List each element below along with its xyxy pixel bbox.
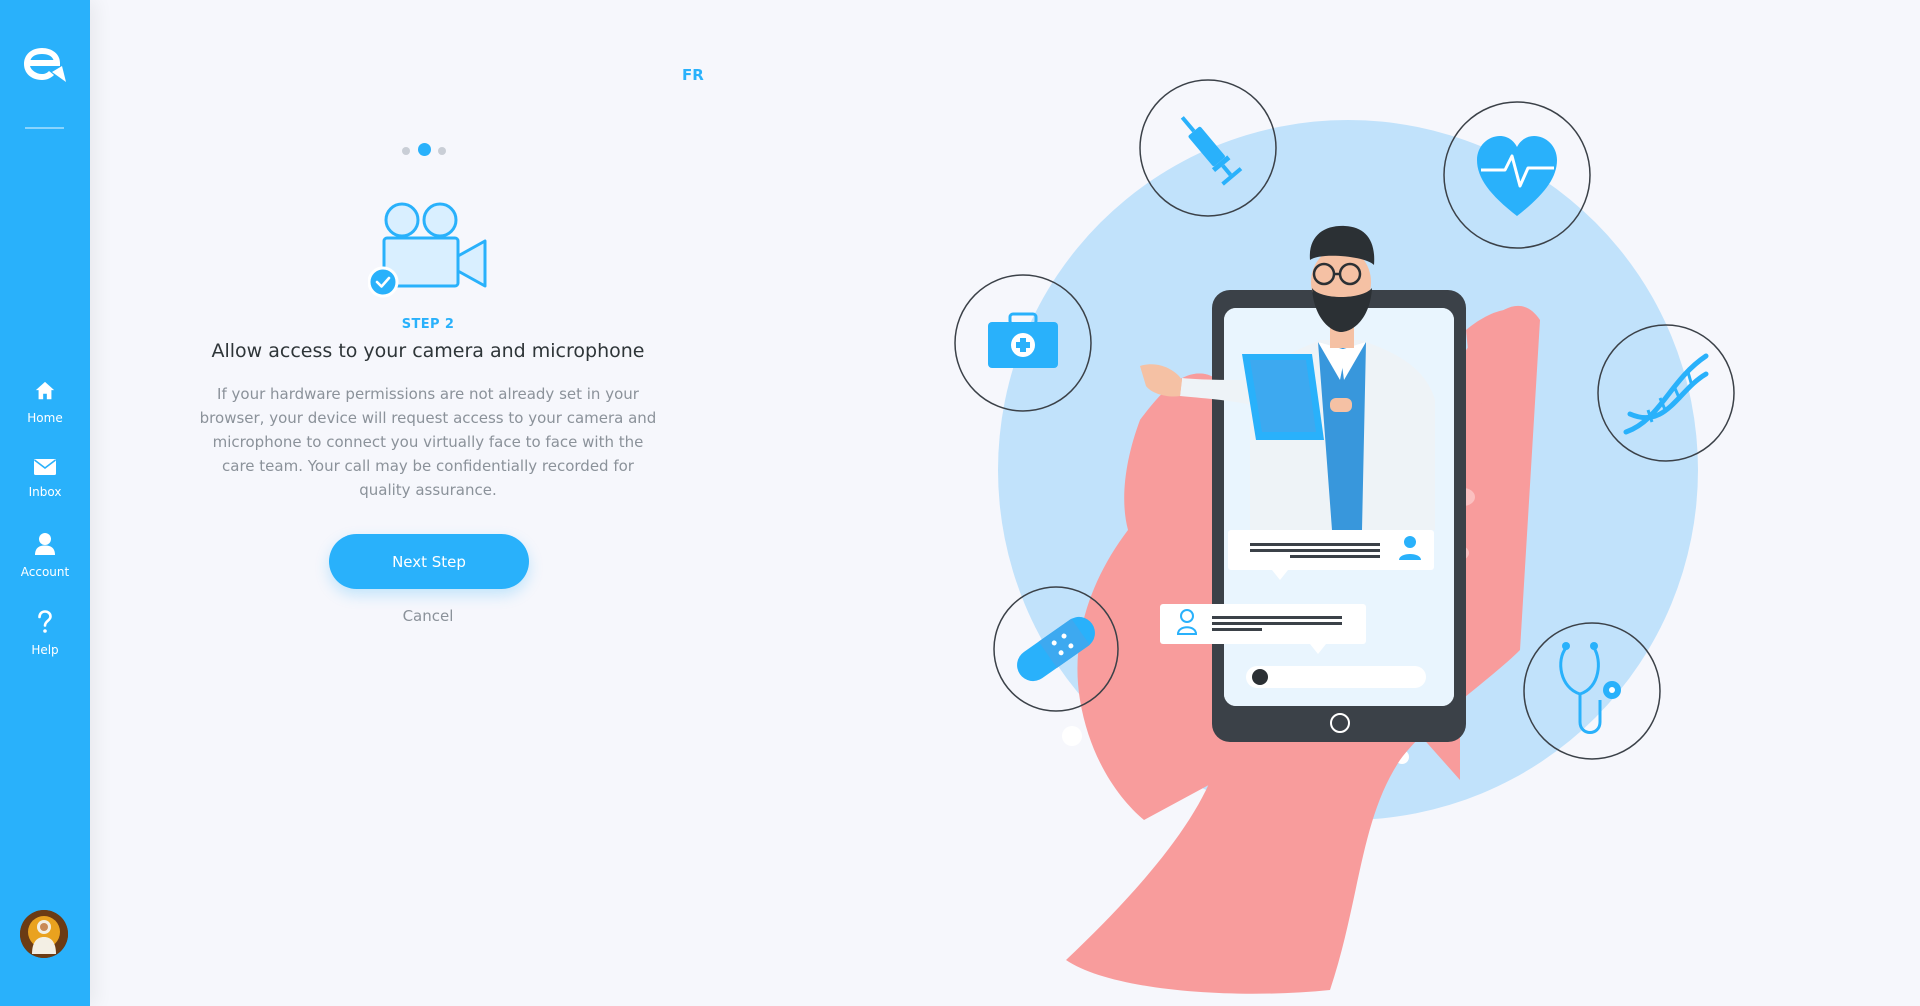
sidebar-item-label: Inbox [28,485,62,499]
sidebar-item-label: Account [20,565,70,579]
logo-icon[interactable] [22,44,68,84]
sidebar-divider [25,127,64,129]
step-label: STEP 2 [401,317,455,332]
language-toggle[interactable]: FR [682,66,704,84]
help-icon [38,610,52,633]
avatar[interactable] [20,910,68,958]
video-camera-icon [368,202,487,298]
step-description: If your hardware permissions are not alr… [199,385,657,499]
telehealth-illustration [954,79,1735,994]
sidebar: Home Inbox Account Help [0,0,90,1006]
sidebar-item-account[interactable]: Account [0,532,90,580]
mail-icon [34,459,56,475]
home-icon [35,381,55,400]
check-icon [368,266,399,298]
step-dot-active [418,143,431,156]
sidebar-item-help[interactable]: Help [0,610,90,658]
step-dot [438,147,446,155]
page-title: Allow access to your camera and micropho… [211,340,645,362]
sidebar-item-label: Help [31,643,59,657]
next-step-button[interactable]: Next Step [329,534,529,589]
sidebar-item-inbox[interactable]: Inbox [0,458,90,500]
sidebar-item-home[interactable]: Home [0,380,90,426]
step-dot [402,147,410,155]
cancel-link[interactable]: Cancel [378,607,478,625]
user-icon [35,533,55,555]
sidebar-item-label: Home [27,411,63,425]
